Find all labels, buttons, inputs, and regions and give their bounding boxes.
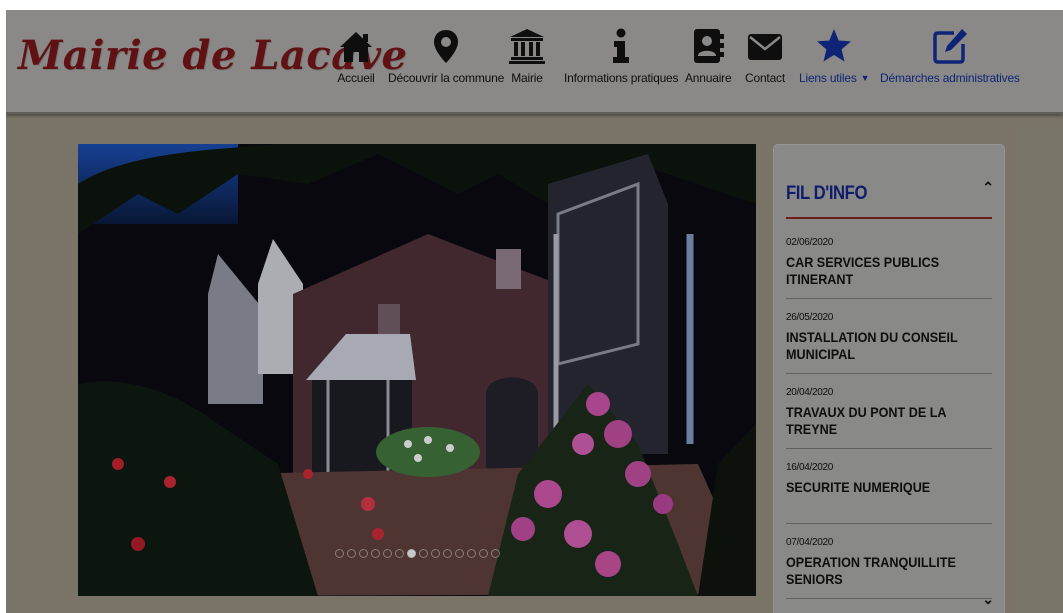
nav-label: Mairie	[511, 71, 543, 85]
news-item[interactable]: 07/04/2020 OPERATION TRANQUILLITE SENIOR…	[786, 523, 992, 599]
slider-dot[interactable]	[478, 549, 488, 558]
slide-photo	[78, 144, 756, 596]
news-date: 16/04/2020	[786, 462, 834, 473]
news-date: 26/05/2020	[786, 312, 834, 323]
page-frame: Mairie de Lacave Accueil Découvrir la co…	[6, 10, 1063, 613]
news-item[interactable]: 02/06/2020 CAR SERVICES PUBLICS ITINERAN…	[786, 223, 992, 299]
chevron-down-icon[interactable]: ⌄	[982, 591, 994, 608]
news-item-title[interactable]: CAR SERVICES PUBLICS ITINERANT	[786, 254, 993, 288]
slider-dot[interactable]	[466, 549, 476, 558]
slider-dot[interactable]	[382, 549, 392, 558]
news-item-title[interactable]: TRAVAUX DU PONT DE LA TREYNE	[786, 404, 993, 438]
slider-dot[interactable]	[406, 549, 416, 558]
town-hall-icon	[509, 29, 545, 64]
map-marker-icon	[434, 30, 459, 63]
slider-dot[interactable]	[394, 549, 404, 558]
news-item-title[interactable]: OPERATION TRANQUILLITE SENIORS	[786, 554, 993, 588]
image-slider[interactable]	[78, 144, 756, 596]
home-icon	[340, 32, 372, 62]
news-item-title[interactable]: SECURITE NUMERIQUE	[786, 479, 993, 496]
news-item[interactable]: 26/05/2020 INSTALLATION DU CONSEIL MUNIC…	[786, 298, 992, 374]
nav-item-accueil[interactable]: Accueil	[336, 26, 376, 85]
slider-dot[interactable]	[430, 549, 440, 558]
slider-dot[interactable]	[490, 549, 500, 558]
site-header: Mairie de Lacave Accueil Découvrir la co…	[6, 10, 1063, 114]
nav-item-contact[interactable]: Contact	[745, 26, 785, 85]
news-sidebar: FIL D'INFO ⌃ 02/06/2020 CAR SERVICES PUB…	[773, 144, 1005, 613]
nav-label: Liens utiles ▼	[799, 71, 870, 85]
chevron-up-icon[interactable]: ⌃	[982, 179, 994, 196]
nav-label: Démarches administratives	[880, 71, 1020, 85]
nav-label: Annuaire	[685, 71, 732, 85]
caret-down-icon: ▼	[860, 73, 870, 83]
news-title: FIL D'INFO	[786, 183, 868, 204]
envelope-icon	[748, 34, 782, 60]
slider-dot[interactable]	[442, 549, 452, 558]
address-book-icon	[694, 29, 725, 63]
star-icon	[817, 29, 852, 62]
slider-dot[interactable]	[370, 549, 380, 558]
nav-item-demarches[interactable]: Démarches administratives	[880, 26, 1020, 85]
nav-label: Contact	[745, 71, 785, 85]
news-date: 07/04/2020	[786, 537, 834, 548]
nav-label: Informations pratiques	[564, 71, 679, 85]
nav-item-liens-utiles[interactable]: Liens utiles ▼	[799, 26, 870, 85]
news-item-title[interactable]: INSTALLATION DU CONSEIL MUNICIPAL	[786, 329, 993, 363]
slider-dots	[78, 549, 756, 558]
nav-item-informations[interactable]: Informations pratiques	[564, 26, 679, 85]
slider-dot[interactable]	[358, 549, 368, 558]
slider-dot[interactable]	[334, 549, 344, 558]
slider-dot[interactable]	[418, 549, 428, 558]
nav-label: Découvrir la commune	[388, 71, 505, 85]
news-item[interactable]: 16/04/2020 SECURITE NUMERIQUE	[786, 448, 992, 524]
nav-item-mairie[interactable]: Mairie	[507, 26, 547, 85]
news-date: 20/04/2020	[786, 387, 834, 398]
slider-dot[interactable]	[454, 549, 464, 558]
nav-item-annuaire[interactable]: Annuaire	[685, 26, 732, 85]
info-icon	[613, 28, 630, 63]
news-item[interactable]: 20/04/2020 TRAVAUX DU PONT DE LA TREYNE	[786, 373, 992, 449]
nav-item-decouvrir[interactable]: Découvrir la commune	[388, 26, 504, 85]
slider-dot[interactable]	[346, 549, 356, 558]
edit-icon	[933, 29, 967, 64]
nav-label: Accueil	[337, 71, 375, 85]
news-title-underline	[786, 217, 992, 219]
news-date: 02/06/2020	[786, 237, 834, 248]
